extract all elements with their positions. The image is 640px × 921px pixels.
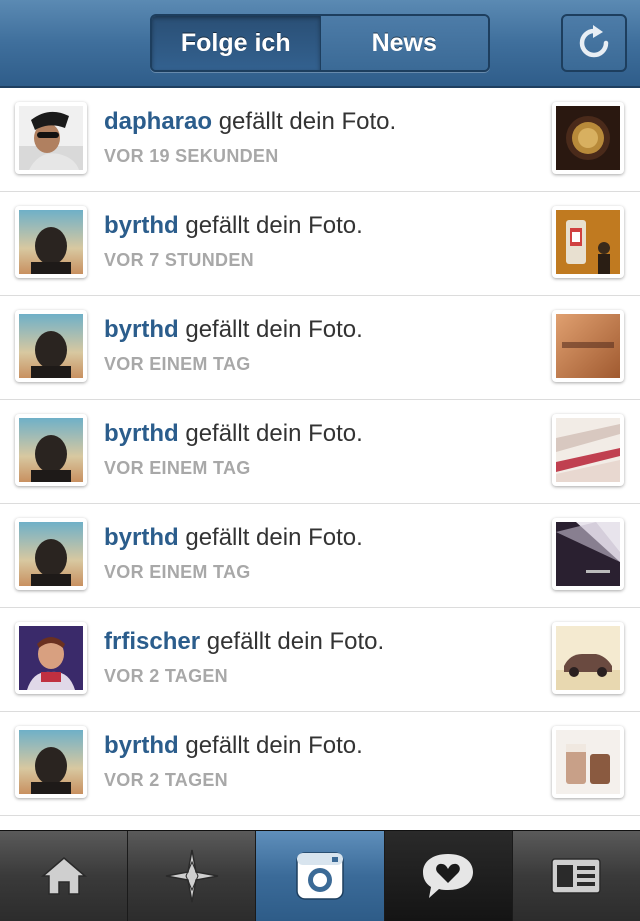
timestamp: VOR 19 SEKUNDEN <box>104 146 279 166</box>
activity-text: gefällt dein Foto. <box>218 108 397 135</box>
username-link[interactable]: frfischer <box>104 628 200 655</box>
timestamp: VOR EINEM TAG <box>104 458 251 478</box>
activity-text: gefällt dein Foto. <box>185 420 363 447</box>
username-link[interactable]: byrthd <box>104 212 179 239</box>
list-item[interactable]: byrthd gefällt dein Foto. VOR 2 TAGEN <box>0 712 640 816</box>
news-heart-bubble-icon <box>423 854 474 898</box>
avatar[interactable] <box>15 310 87 382</box>
timestamp: VOR 2 TAGEN <box>104 666 228 686</box>
username-link[interactable]: byrthd <box>104 316 179 343</box>
refresh-icon <box>579 25 609 58</box>
activity-text: gefällt dein Foto. <box>185 316 363 343</box>
activity-text: gefällt dein Foto. <box>185 212 363 239</box>
tab-camera[interactable] <box>256 831 385 921</box>
avatar[interactable] <box>15 726 87 798</box>
timestamp: VOR EINEM TAG <box>104 354 251 374</box>
list-item[interactable]: byrthd gefällt dein Foto. VOR EINEM TAG <box>0 296 640 400</box>
camera-icon <box>296 852 344 900</box>
explore-star-icon <box>165 849 218 903</box>
tab-news[interactable]: News <box>319 16 488 70</box>
avatar[interactable] <box>15 518 87 590</box>
activity-text: gefällt dein Foto. <box>185 732 363 759</box>
timestamp: VOR 7 STUNDEN <box>104 250 254 270</box>
bottom-tab-bar <box>0 830 640 921</box>
photo-thumbnail[interactable] <box>552 518 624 590</box>
photo-thumbnail[interactable] <box>552 414 624 486</box>
username-link[interactable]: byrthd <box>104 524 179 551</box>
home-icon <box>40 857 87 895</box>
tab-folge-ich[interactable]: Folge ich <box>152 16 320 70</box>
list-item[interactable]: byrthd gefällt dein Foto. VOR EINEM TAG <box>0 400 640 504</box>
activity-list: dapharao gefällt dein Foto. VOR 19 SEKUN… <box>0 88 640 920</box>
username-link[interactable]: byrthd <box>104 732 179 759</box>
photo-thumbnail[interactable] <box>552 726 624 798</box>
top-navigation-bar: Folge ich News <box>0 0 640 88</box>
activity-text: gefällt dein Foto. <box>185 524 363 551</box>
photo-thumbnail[interactable] <box>552 102 624 174</box>
profile-card-icon <box>551 858 602 894</box>
photo-thumbnail[interactable] <box>552 622 624 694</box>
avatar[interactable] <box>15 102 87 174</box>
avatar[interactable] <box>15 414 87 486</box>
photo-thumbnail[interactable] <box>552 206 624 278</box>
activity-text: gefällt dein Foto. <box>206 628 385 655</box>
refresh-button[interactable] <box>561 14 627 72</box>
tab-profile[interactable] <box>512 831 640 921</box>
username-link[interactable]: byrthd <box>104 420 179 447</box>
tab-home[interactable] <box>0 831 129 921</box>
photo-thumbnail[interactable] <box>552 310 624 382</box>
list-item[interactable]: dapharao gefällt dein Foto. VOR 19 SEKUN… <box>0 88 640 192</box>
avatar[interactable] <box>15 206 87 278</box>
feed-segmented-control: Folge ich News <box>150 14 490 72</box>
username-link[interactable]: dapharao <box>104 108 212 135</box>
list-item[interactable]: byrthd gefällt dein Foto. VOR 7 STUNDEN <box>0 192 640 296</box>
list-item[interactable]: byrthd gefällt dein Foto. VOR EINEM TAG <box>0 504 640 608</box>
avatar[interactable] <box>15 622 87 694</box>
timestamp: VOR EINEM TAG <box>104 562 251 582</box>
tab-explore[interactable] <box>128 831 257 921</box>
tab-news-activity[interactable] <box>384 831 513 921</box>
list-item[interactable]: frfischer gefällt dein Foto. VOR 2 TAGEN <box>0 608 640 712</box>
timestamp: VOR 2 TAGEN <box>104 770 228 790</box>
